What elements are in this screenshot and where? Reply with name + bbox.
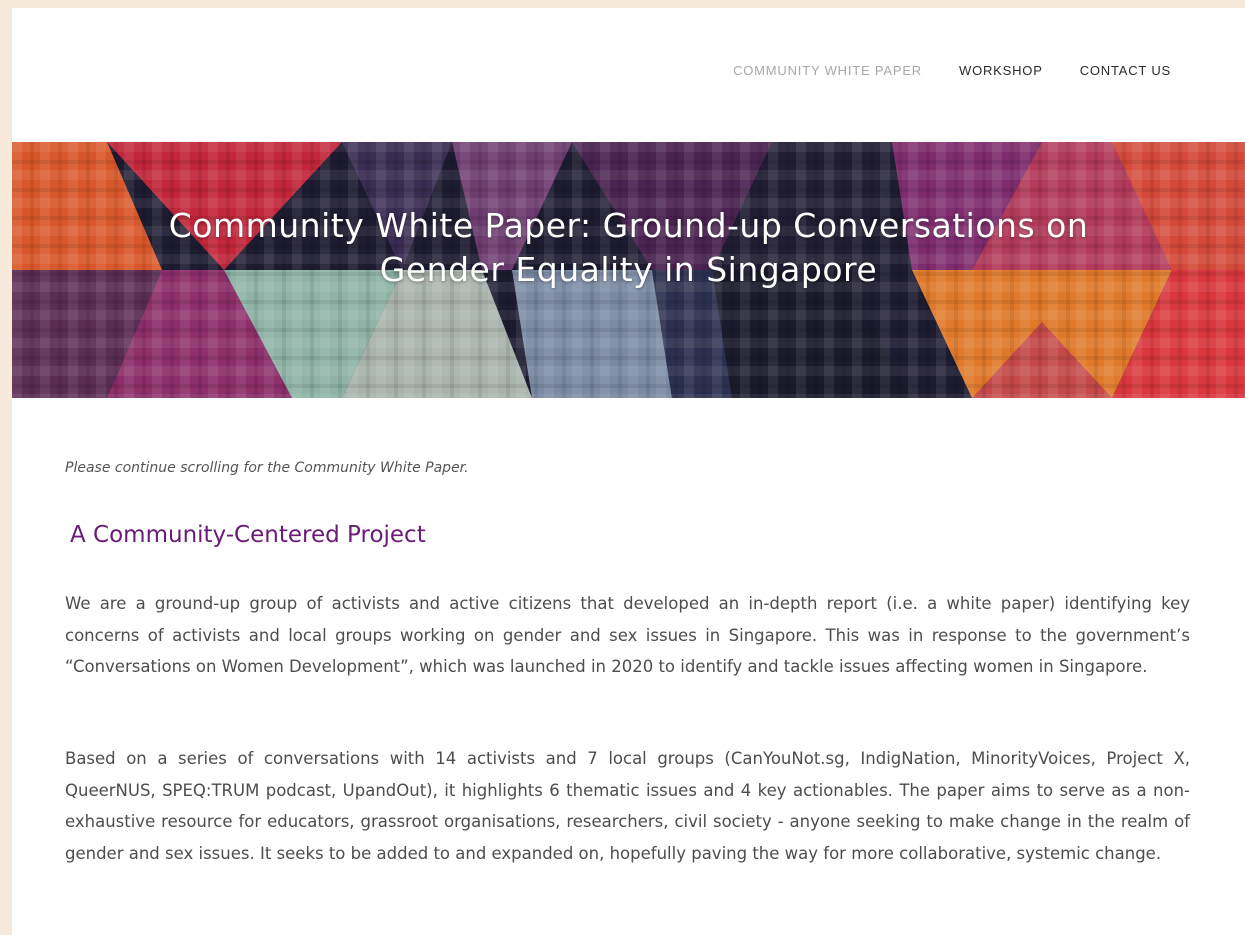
nav-workshop[interactable]: WORKSHOP	[959, 63, 1043, 78]
nav-community-white-paper[interactable]: COMMUNITY WHITE PAPER	[733, 63, 922, 78]
summary-paragraph: Based on a series of conversations with …	[65, 749, 1190, 863]
page-title: Community White Paper: Ground-up Convers…	[168, 206, 1089, 289]
hero-banner: Community White Paper: Ground-up Convers…	[12, 142, 1245, 398]
nav-contact-us[interactable]: CONTACT US	[1080, 63, 1171, 78]
main-content: Please continue scrolling for the Commun…	[65, 460, 1190, 863]
main-nav: COMMUNITY WHITE PAPER WORKSHOP CONTACT U…	[733, 63, 1171, 78]
intro-paragraph: We are a ground-up group of activists an…	[65, 594, 1190, 676]
page: COMMUNITY WHITE PAPER WORKSHOP CONTACT U…	[12, 8, 1245, 935]
section-heading: A Community-Centered Project	[70, 522, 426, 548]
scroll-note: Please continue scrolling for the Commun…	[65, 460, 469, 476]
